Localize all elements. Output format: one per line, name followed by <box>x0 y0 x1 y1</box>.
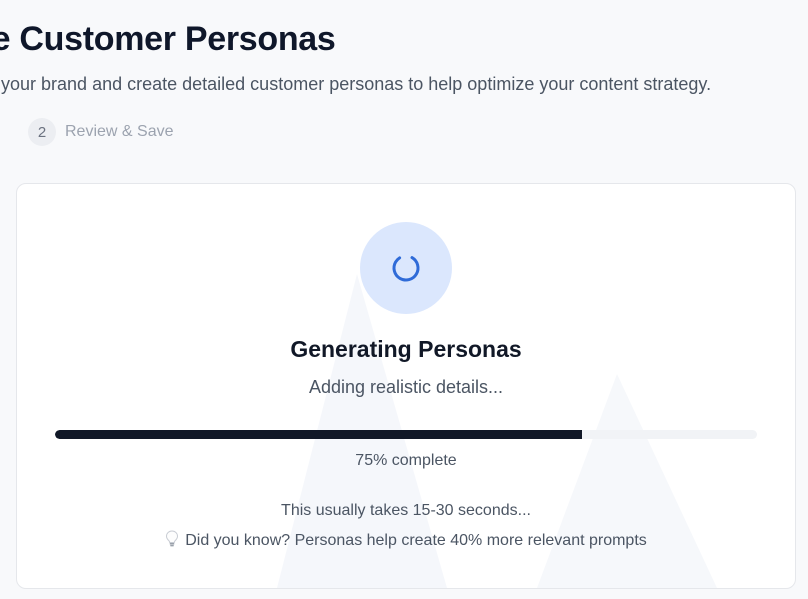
stepper: n 2 Review & Save <box>0 118 808 146</box>
create-personas-page: ate Customer Personas e your brand and c… <box>0 0 808 599</box>
spinner-badge <box>360 222 452 314</box>
lightbulb-icon <box>166 530 179 547</box>
page-subtitle: e your brand and create detailed custome… <box>0 74 712 94</box>
generation-progress-card: Generating Personas Adding realistic det… <box>16 183 796 589</box>
progress-bar <box>55 430 757 439</box>
progress-bar-fill <box>55 430 582 439</box>
step-2-number-badge: 2 <box>28 118 56 146</box>
tip-text: Did you know? Personas help create 40% m… <box>185 532 647 549</box>
estimated-time-hint: This usually takes 15-30 seconds... <box>281 502 531 519</box>
card-title: Generating Personas <box>290 336 522 362</box>
progress-percent-label: 75% complete <box>355 452 457 469</box>
step-2-label[interactable]: Review & Save <box>65 123 174 141</box>
generation-status-text: Adding realistic details... <box>308 377 504 397</box>
page-title: ate Customer Personas <box>0 20 336 58</box>
spinner-icon <box>392 254 420 282</box>
did-you-know-tip: Did you know? Personas help create 40% m… <box>17 530 795 550</box>
